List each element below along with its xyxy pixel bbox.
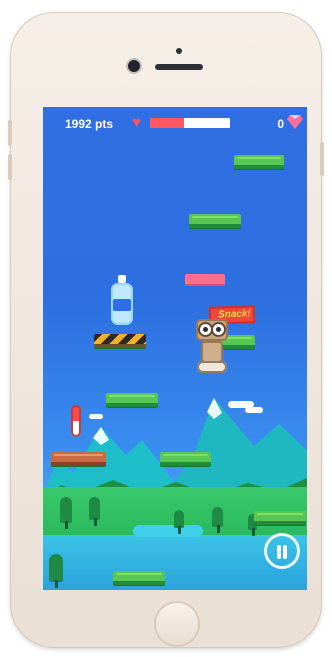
platform-green bbox=[113, 571, 165, 585]
volume-up-button bbox=[8, 120, 12, 146]
mountain-range bbox=[43, 398, 307, 499]
health-fill bbox=[150, 118, 184, 128]
pause-button[interactable] bbox=[264, 533, 300, 569]
phone-frame: 1992 pts ♥ 0 Snack! bbox=[8, 12, 324, 648]
score-label: 1992 pts bbox=[65, 117, 114, 131]
platform-brown bbox=[51, 452, 106, 466]
platform-green bbox=[160, 452, 211, 466]
water-bottle-pickup bbox=[109, 275, 135, 327]
gem-icon bbox=[287, 115, 303, 129]
battery-powerup bbox=[71, 405, 81, 437]
volume-down-button bbox=[8, 154, 12, 180]
power-button bbox=[320, 142, 324, 176]
home-button[interactable] bbox=[156, 603, 198, 645]
health-bar bbox=[150, 118, 230, 128]
game-screen[interactable]: 1992 pts ♥ 0 Snack! bbox=[43, 107, 307, 590]
platform-green bbox=[254, 511, 306, 525]
front-camera-icon bbox=[128, 60, 140, 72]
platform-green bbox=[106, 393, 158, 407]
tree bbox=[174, 510, 184, 534]
platform-green bbox=[234, 155, 284, 169]
tree bbox=[49, 554, 63, 588]
speaker-grill bbox=[155, 64, 203, 70]
gem-count: 0 bbox=[277, 117, 284, 131]
platform-hazard-striped bbox=[94, 334, 146, 348]
platform-green bbox=[189, 214, 241, 228]
sensor-dot bbox=[176, 48, 182, 54]
tree bbox=[89, 497, 100, 526]
pink-bounce-platform bbox=[185, 274, 225, 286]
heart-icon: ♥ bbox=[132, 114, 141, 131]
lake-highlight bbox=[133, 525, 203, 537]
tree bbox=[60, 497, 72, 529]
hud-bar: 1992 pts ♥ 0 bbox=[43, 107, 307, 141]
tree bbox=[212, 507, 223, 533]
robot-player bbox=[192, 319, 232, 375]
